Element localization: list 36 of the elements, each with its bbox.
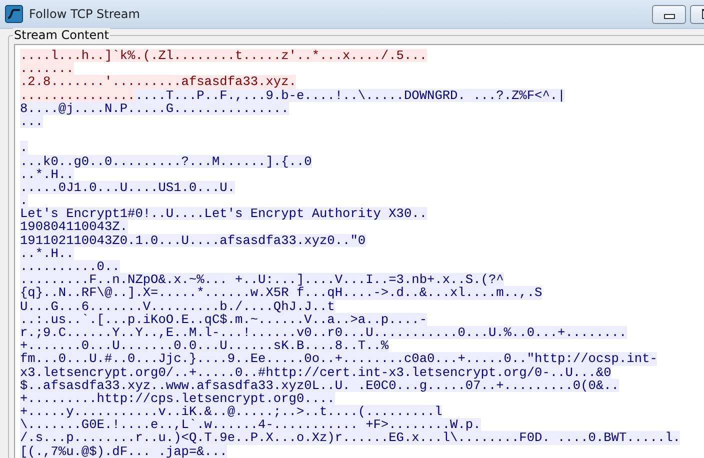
server-data-text: .........F..n.NZpO&.x.~%... +..U:...]....V...I..=3.nb+.x..S.(?^ [20,273,504,286]
server-data-text: [(.,7%u.@$).dF... .jap=&... [20,444,228,458]
server-data-text: . [20,141,28,154]
server-data-text: U...G...6.......V.........b./....QhJ.J..t [20,300,335,313]
server-data-text: ..:.us..`.[...p.iKoO.E..qC$.m.~......V..a..>a..p....- [20,312,428,326]
client-data-text: ....... [20,62,74,76]
window-title: Follow TCP Stream [29,7,140,21]
minimize-button[interactable] [652,4,686,24]
server-data-text: ..*.H.. [20,168,74,181]
server-data-text: \.......G0E.!....e..,L`.w......4-........... +F>........W.p. [20,418,481,432]
server-data-text: ..........0.. [20,260,120,274]
server-data-text: +.........http://cps.letsencrypt.org0.... [20,392,335,406]
server-data-text: +.......0...U.......0.0...U......sK.B....8..T..% [20,339,389,352]
server-data-text: $..afsasdfa33.xyz..www.afsasdfa33.xyz0L..U. .E0C0...g.....07..+.........0(0&.. [20,378,619,392]
client-data-text: ............... [20,88,136,102]
group-title: Stream Content [13,28,110,42]
server-data-text: . [20,194,28,208]
server-data-text: 191102110043Z0.1.0...U....afsasdfa33.xyz0.."0 [20,234,366,247]
server-data-text: x3.letsencrypt.org0/..+.....0..#http://cert.int-x3.letsencrypt.org/0-..U...&0 [20,366,612,379]
server-data-text: fm...0...U.#..0...Jjc.}....9..Ee.....0o..+........c0a0...+.....0.."http://ocsp.int- [20,352,658,366]
client-data-text: ....l...h..]`k%.(.Zl........t.....z'..*...x..../.5... [20,49,428,62]
server-data-text: +.....y...........v..iK.&..@.....;..>..t....(.........l [20,405,442,418]
server-data-text: ... [20,114,44,128]
server-data-text: ..*.H.. [20,246,74,260]
server-data-text: 8....@j....N.P.....G............... [20,102,289,115]
server-data-text: /.s...p........r..u.)<Q.T.9e..P.X...o.Xz)r......EG.x...l\........F0D. ....0.BWT.....l. [20,431,680,445]
app-icon [5,5,23,23]
server-data-text: r.;9.C......Y..Y..,E..M.l-...!......v0..r0...U...........0...U.%..0...+........ [20,326,627,340]
client-data-text: .2.8.......'.........afsasdfa33.xyz. [20,75,296,89]
server-data-text: ....T...P..F.,...9.b-e....!..\.....DOWNGRD. ...?.Z%F<^.| [135,88,566,102]
server-data-text: .....0J1.0...U....US1.0...U. [20,180,236,194]
server-data-text: Let's Encrypt1#0!..U....Let's Encrypt Authority X30.. [20,207,428,220]
server-data-text: {q}..N..RF\@..].X=.....*......w.X5R f...qH....->.d..&...xl....m..,.S [20,286,542,300]
stream-text-area[interactable] [14,44,704,458]
server-data-text: 190804110043Z. [20,220,128,234]
server-data-text: ...k0..g0..0.........?...M......].{..0 [20,154,312,168]
